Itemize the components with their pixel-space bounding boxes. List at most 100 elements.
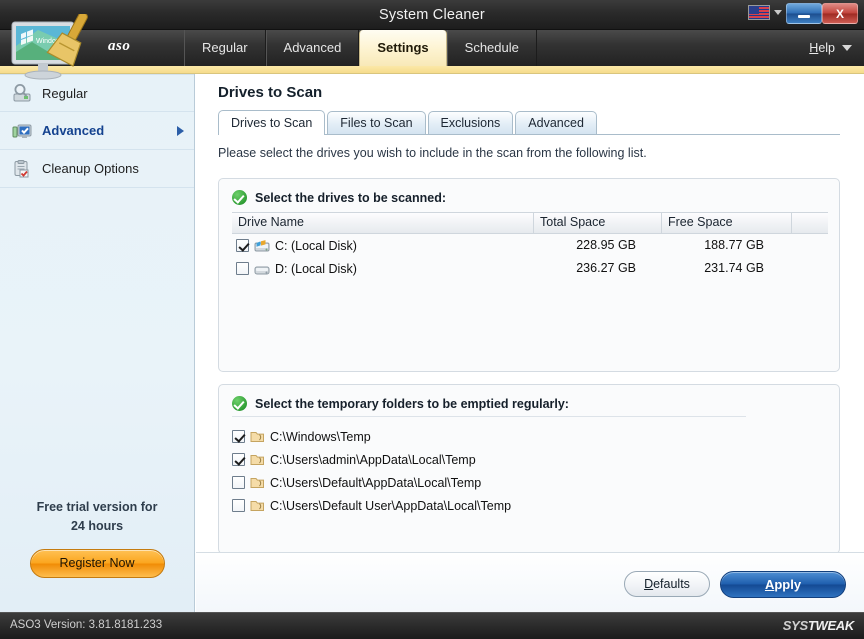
drive-free-space: 231.74 GB <box>662 257 792 280</box>
folder-icon <box>250 499 265 512</box>
us-flag-icon[interactable] <box>748 5 770 20</box>
sidebar-item-label: Cleanup Options <box>42 161 139 176</box>
sidebar-item-advanced[interactable]: Advanced <box>0 112 194 150</box>
vendor-logo: SYSTWEAK <box>783 618 854 633</box>
flag-canton <box>749 6 759 14</box>
defaults-button[interactable]: Defaults <box>624 571 710 597</box>
temp-group-heading: Select the temporary folders to be empti… <box>255 397 569 411</box>
drives-group-heading: Select the drives to be scanned: <box>255 191 446 205</box>
defaults-accesskey: D <box>644 577 653 591</box>
temp-folders-group: Select the temporary folders to be empti… <box>218 384 840 554</box>
accent-strip <box>0 66 864 74</box>
drive-total-space: 236.27 GB <box>534 257 662 280</box>
list-item[interactable]: C:\Users\admin\AppData\Local\Temp <box>232 448 511 471</box>
drive-name-text: D: (Local Disk) <box>275 258 357 280</box>
trial-block: Free trial version for 24 hours Register… <box>0 498 194 578</box>
status-bar: ASO3 Version: 3.81.8181.233 SYSTWEAK <box>0 612 864 639</box>
column-header-spacer[interactable] <box>792 212 827 234</box>
drives-group-header: Select the drives to be scanned: <box>232 190 446 205</box>
drive-name-cell: C: (Local Disk) <box>232 234 534 257</box>
column-header-total-space[interactable]: Total Space <box>534 212 662 234</box>
application-window: System Cleaner X aso Regular Advanced Se… <box>0 0 864 639</box>
title-bar: System Cleaner X <box>0 0 864 30</box>
temp-folder-checkbox[interactable] <box>232 499 245 512</box>
help-chevron-down-icon[interactable] <box>842 45 852 51</box>
temp-folder-path: C:\Users\Default\AppData\Local\Temp <box>270 476 481 490</box>
minimize-button[interactable] <box>786 3 822 24</box>
temp-group-header: Select the temporary folders to be empti… <box>232 396 569 411</box>
temp-folder-path: C:\Users\Default User\AppData\Local\Temp <box>270 499 511 513</box>
close-button[interactable]: X <box>822 3 858 24</box>
temp-folder-path: C:\Windows\Temp <box>270 430 371 444</box>
content-panel: Drives to Scan Drives to Scan Files to S… <box>196 74 864 612</box>
temp-folders-list: C:\Windows\Temp C:\Users\admin\AppData\L… <box>232 425 511 517</box>
table-row[interactable]: C: (Local Disk) 228.95 GB 188.77 GB <box>232 234 828 257</box>
monitor-check-icon <box>12 121 32 141</box>
tab-regular[interactable]: Regular <box>184 30 266 66</box>
temp-folder-checkbox[interactable] <box>232 476 245 489</box>
folder-icon <box>250 476 265 489</box>
trial-line-1: Free trial version for <box>0 498 194 517</box>
tab-schedule[interactable]: Schedule <box>447 30 537 66</box>
sub-tabs: Drives to Scan Files to Scan Exclusions … <box>218 110 599 135</box>
local-drive-icon <box>254 262 270 276</box>
defaults-rest: efaults <box>653 577 690 591</box>
folder-icon <box>250 430 265 443</box>
tab-settings[interactable]: Settings <box>359 30 446 66</box>
green-check-icon <box>232 396 247 411</box>
apply-rest: pply <box>774 577 801 592</box>
main-tabs: Regular Advanced Settings Schedule <box>184 30 537 66</box>
green-check-icon <box>232 190 247 205</box>
subtab-files-to-scan[interactable]: Files to Scan <box>327 111 425 135</box>
subtab-drives-to-scan[interactable]: Drives to Scan <box>218 110 325 135</box>
version-text: ASO3 Version: 3.81.8181.233 <box>10 619 162 631</box>
column-header-free-space[interactable]: Free Space <box>662 212 792 234</box>
sidebar: Regular Advanced <box>0 74 195 612</box>
help-link[interactable]: Help <box>809 41 835 55</box>
list-item[interactable]: C:\Windows\Temp <box>232 425 511 448</box>
subtab-advanced[interactable]: Advanced <box>515 111 597 135</box>
chevron-right-icon <box>177 126 184 136</box>
folder-icon <box>250 453 265 466</box>
tab-advanced[interactable]: Advanced <box>266 30 360 66</box>
trial-line-2: 24 hours <box>0 517 194 536</box>
list-item[interactable]: C:\Users\Default\AppData\Local\Temp <box>232 471 511 494</box>
temp-folder-path: C:\Users\admin\AppData\Local\Temp <box>270 453 476 467</box>
help-rest: elp <box>818 41 835 55</box>
help-accesskey: H <box>809 41 818 55</box>
instruction-text: Please select the drives you wish to inc… <box>218 146 647 160</box>
sidebar-item-label: Advanced <box>42 123 104 138</box>
temp-folder-checkbox[interactable] <box>232 430 245 443</box>
drive-total-space: 228.95 GB <box>534 234 662 257</box>
apply-button[interactable]: Apply <box>720 571 846 598</box>
table-row[interactable]: D: (Local Disk) 236.27 GB 231.74 GB <box>232 257 828 280</box>
vendor-tweak: TWEAK <box>808 618 854 633</box>
drive-checkbox[interactable] <box>236 262 249 275</box>
temp-folder-checkbox[interactable] <box>232 453 245 466</box>
sidebar-item-regular[interactable]: Regular <box>0 74 194 112</box>
drive-name-cell: D: (Local Disk) <box>232 257 534 280</box>
sidebar-item-label: Regular <box>42 86 88 101</box>
drive-free-space: 188.77 GB <box>662 234 792 257</box>
apply-accesskey: A <box>765 577 774 592</box>
clipboard-check-icon <box>12 159 32 179</box>
language-chevron-down-icon[interactable] <box>774 10 782 15</box>
drives-table: Drive Name Total Space Free Space <box>232 212 828 280</box>
temp-group-divider <box>232 416 746 417</box>
brand-name: aso <box>108 38 130 55</box>
sidebar-item-cleanup-options[interactable]: Cleanup Options <box>0 150 194 188</box>
drive-checkbox[interactable] <box>236 239 249 252</box>
list-item[interactable]: C:\Users\Default User\AppData\Local\Temp <box>232 494 511 517</box>
vendor-sys: SYS <box>783 618 808 633</box>
scanner-magnifier-icon <box>12 83 32 103</box>
drive-name-text: C: (Local Disk) <box>275 235 357 257</box>
register-now-button[interactable]: Register Now <box>30 549 165 578</box>
column-header-drive-name[interactable]: Drive Name <box>232 212 534 234</box>
window-title: System Cleaner <box>0 0 864 30</box>
drives-table-header: Drive Name Total Space Free Space <box>232 212 828 234</box>
drives-group: Select the drives to be scanned: Drive N… <box>218 178 840 372</box>
subtab-exclusions[interactable]: Exclusions <box>428 111 514 135</box>
system-drive-icon <box>254 239 270 253</box>
help-menu[interactable]: Help <box>809 30 856 66</box>
button-bar: Defaults Apply <box>196 553 864 612</box>
